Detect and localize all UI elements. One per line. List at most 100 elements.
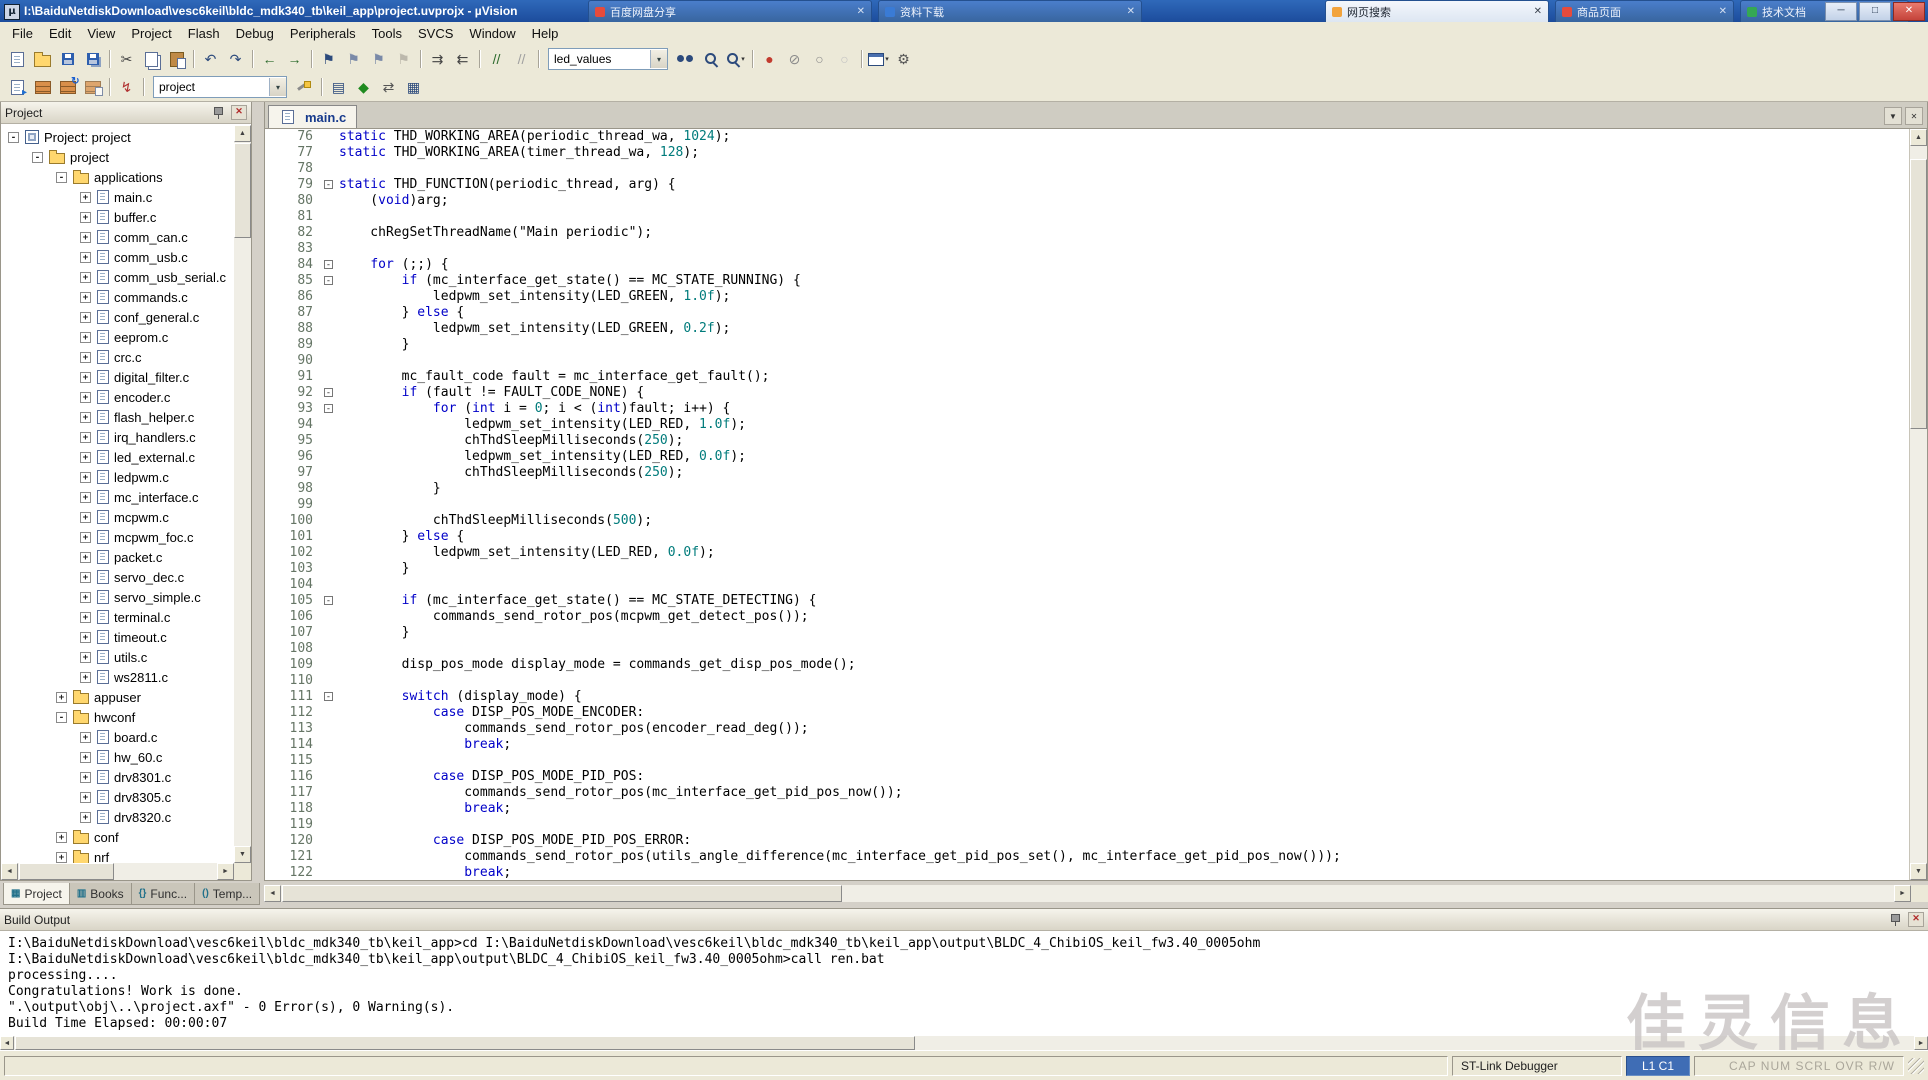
- tree-folder-conf[interactable]: +conf: [2, 827, 234, 847]
- tree-file-crc.c[interactable]: +crc.c: [2, 347, 234, 367]
- expand-icon[interactable]: +: [80, 732, 91, 743]
- find-icon[interactable]: [698, 48, 723, 71]
- expand-icon[interactable]: +: [80, 652, 91, 663]
- tree-file-mcpwm_foc.c[interactable]: +mcpwm_foc.c: [2, 527, 234, 547]
- expand-icon[interactable]: +: [80, 672, 91, 683]
- new-file-icon[interactable]: [5, 48, 30, 71]
- scroll-left-icon[interactable]: ◄: [0, 1036, 14, 1050]
- tab-close-icon[interactable]: ✕: [1905, 107, 1923, 125]
- tree-group-project[interactable]: -project: [2, 147, 234, 167]
- tree-file-drv8305.c[interactable]: +drv8305.c: [2, 787, 234, 807]
- tree-file-packet.c[interactable]: +packet.c: [2, 547, 234, 567]
- panel-tab-books[interactable]: ▥Books: [69, 883, 132, 905]
- pin-icon[interactable]: [1890, 913, 1901, 926]
- panel-tab-project[interactable]: ▦Project: [3, 883, 70, 905]
- tree-file-hw_60.c[interactable]: +hw_60.c: [2, 747, 234, 767]
- tree-folder-hwconf[interactable]: -hwconf: [2, 707, 234, 727]
- close-button[interactable]: ✕: [1893, 2, 1925, 21]
- scroll-down-icon[interactable]: ▼: [234, 846, 251, 863]
- expand-icon[interactable]: +: [80, 592, 91, 603]
- expand-icon[interactable]: +: [80, 412, 91, 423]
- expand-icon[interactable]: +: [80, 272, 91, 283]
- breakpoint-kill-all-icon[interactable]: ○: [832, 48, 857, 71]
- tree-file-main.c[interactable]: +main.c: [2, 187, 234, 207]
- bookmark-next-icon[interactable]: ⚑: [366, 48, 391, 71]
- expand-icon[interactable]: +: [80, 252, 91, 263]
- scrollbar-thumb[interactable]: [282, 885, 842, 902]
- save-icon[interactable]: [55, 48, 80, 71]
- panel-tab-func[interactable]: {}Func...: [131, 883, 195, 905]
- panel-splitter[interactable]: [252, 101, 264, 881]
- scroll-down-icon[interactable]: ▼: [1910, 863, 1927, 880]
- expand-icon[interactable]: +: [80, 352, 91, 363]
- target-options-icon[interactable]: [292, 76, 317, 99]
- tree-folder-nrf[interactable]: +nrf: [2, 847, 234, 863]
- menu-project[interactable]: Project: [123, 23, 179, 44]
- fold-collapse-icon[interactable]: -: [324, 404, 333, 413]
- tree-file-eeprom.c[interactable]: +eeprom.c: [2, 327, 234, 347]
- menu-flash[interactable]: Flash: [180, 23, 228, 44]
- copy-icon[interactable]: [139, 48, 164, 71]
- menu-file[interactable]: File: [4, 23, 41, 44]
- tree-file-utils.c[interactable]: +utils.c: [2, 647, 234, 667]
- redo-icon[interactable]: ↷: [223, 48, 248, 71]
- expand-icon[interactable]: +: [80, 472, 91, 483]
- paste-icon[interactable]: [164, 48, 189, 71]
- tree-file-digital_filter.c[interactable]: +digital_filter.c: [2, 367, 234, 387]
- maximize-button[interactable]: □: [1859, 2, 1891, 21]
- expand-icon[interactable]: +: [80, 812, 91, 823]
- expand-icon[interactable]: +: [80, 612, 91, 623]
- tree-file-conf_general.c[interactable]: +conf_general.c: [2, 307, 234, 327]
- cut-icon[interactable]: ✂: [114, 48, 139, 71]
- rebuild-all-icon[interactable]: [55, 76, 80, 99]
- tree-file-led_external.c[interactable]: +led_external.c: [2, 447, 234, 467]
- find-in-files-icon[interactable]: [673, 48, 698, 71]
- tree-folder-applications[interactable]: -applications: [2, 167, 234, 187]
- incremental-find-icon[interactable]: ▾: [723, 48, 748, 71]
- tree-file-drv8320.c[interactable]: +drv8320.c: [2, 807, 234, 827]
- expand-icon[interactable]: +: [80, 192, 91, 203]
- tree-file-mc_interface.c[interactable]: +mc_interface.c: [2, 487, 234, 507]
- tab-close-icon[interactable]: ✕: [1719, 6, 1727, 17]
- scrollbar-thumb[interactable]: [15, 1036, 915, 1050]
- menu-svcs[interactable]: SVCS: [410, 23, 461, 44]
- save-all-icon[interactable]: [80, 48, 105, 71]
- translate-file-icon[interactable]: [5, 76, 30, 99]
- scroll-right-icon[interactable]: ►: [1914, 1036, 1928, 1050]
- expand-icon[interactable]: +: [80, 752, 91, 763]
- scroll-left-icon[interactable]: ◄: [1, 863, 18, 880]
- editor-tab-main-c[interactable]: main.c: [268, 105, 357, 128]
- collapse-icon[interactable]: -: [8, 132, 19, 143]
- tree-file-buffer.c[interactable]: +buffer.c: [2, 207, 234, 227]
- fold-collapse-icon[interactable]: -: [324, 596, 333, 605]
- bookmark-clear-icon[interactable]: ⚑: [391, 48, 416, 71]
- expand-icon[interactable]: +: [80, 632, 91, 643]
- fold-collapse-icon[interactable]: -: [324, 276, 333, 285]
- comment-icon[interactable]: //: [484, 48, 509, 71]
- expand-icon[interactable]: +: [80, 312, 91, 323]
- code-editor[interactable]: 76static THD_WORKING_AREA(periodic_threa…: [265, 129, 1910, 880]
- menu-debug[interactable]: Debug: [228, 23, 282, 44]
- scroll-up-icon[interactable]: ▲: [234, 125, 251, 142]
- tree-file-comm_usb.c[interactable]: +comm_usb.c: [2, 247, 234, 267]
- expand-icon[interactable]: +: [56, 692, 67, 703]
- expand-icon[interactable]: +: [80, 492, 91, 503]
- configure-icon[interactable]: ⚙: [891, 48, 916, 71]
- breakpoint-disable-icon[interactable]: ⊘: [782, 48, 807, 71]
- expand-icon[interactable]: +: [80, 232, 91, 243]
- menu-view[interactable]: View: [79, 23, 123, 44]
- bookmark-prev-icon[interactable]: ⚑: [341, 48, 366, 71]
- minimize-button[interactable]: ─: [1825, 2, 1857, 21]
- batch-build-icon[interactable]: [80, 76, 105, 99]
- bookmark-toggle-icon[interactable]: ⚑: [316, 48, 341, 71]
- collapse-icon[interactable]: -: [56, 712, 67, 723]
- unindent-icon[interactable]: ⇇: [450, 48, 475, 71]
- flash-download-icon[interactable]: ↯: [114, 76, 139, 99]
- close-panel-icon[interactable]: ✕: [231, 105, 247, 120]
- tree-file-flash_helper.c[interactable]: +flash_helper.c: [2, 407, 234, 427]
- tree-file-comm_can.c[interactable]: +comm_can.c: [2, 227, 234, 247]
- collapse-icon[interactable]: -: [56, 172, 67, 183]
- menu-window[interactable]: Window: [461, 23, 523, 44]
- tree-file-mcpwm.c[interactable]: +mcpwm.c: [2, 507, 234, 527]
- scrollbar-thumb[interactable]: [19, 863, 114, 880]
